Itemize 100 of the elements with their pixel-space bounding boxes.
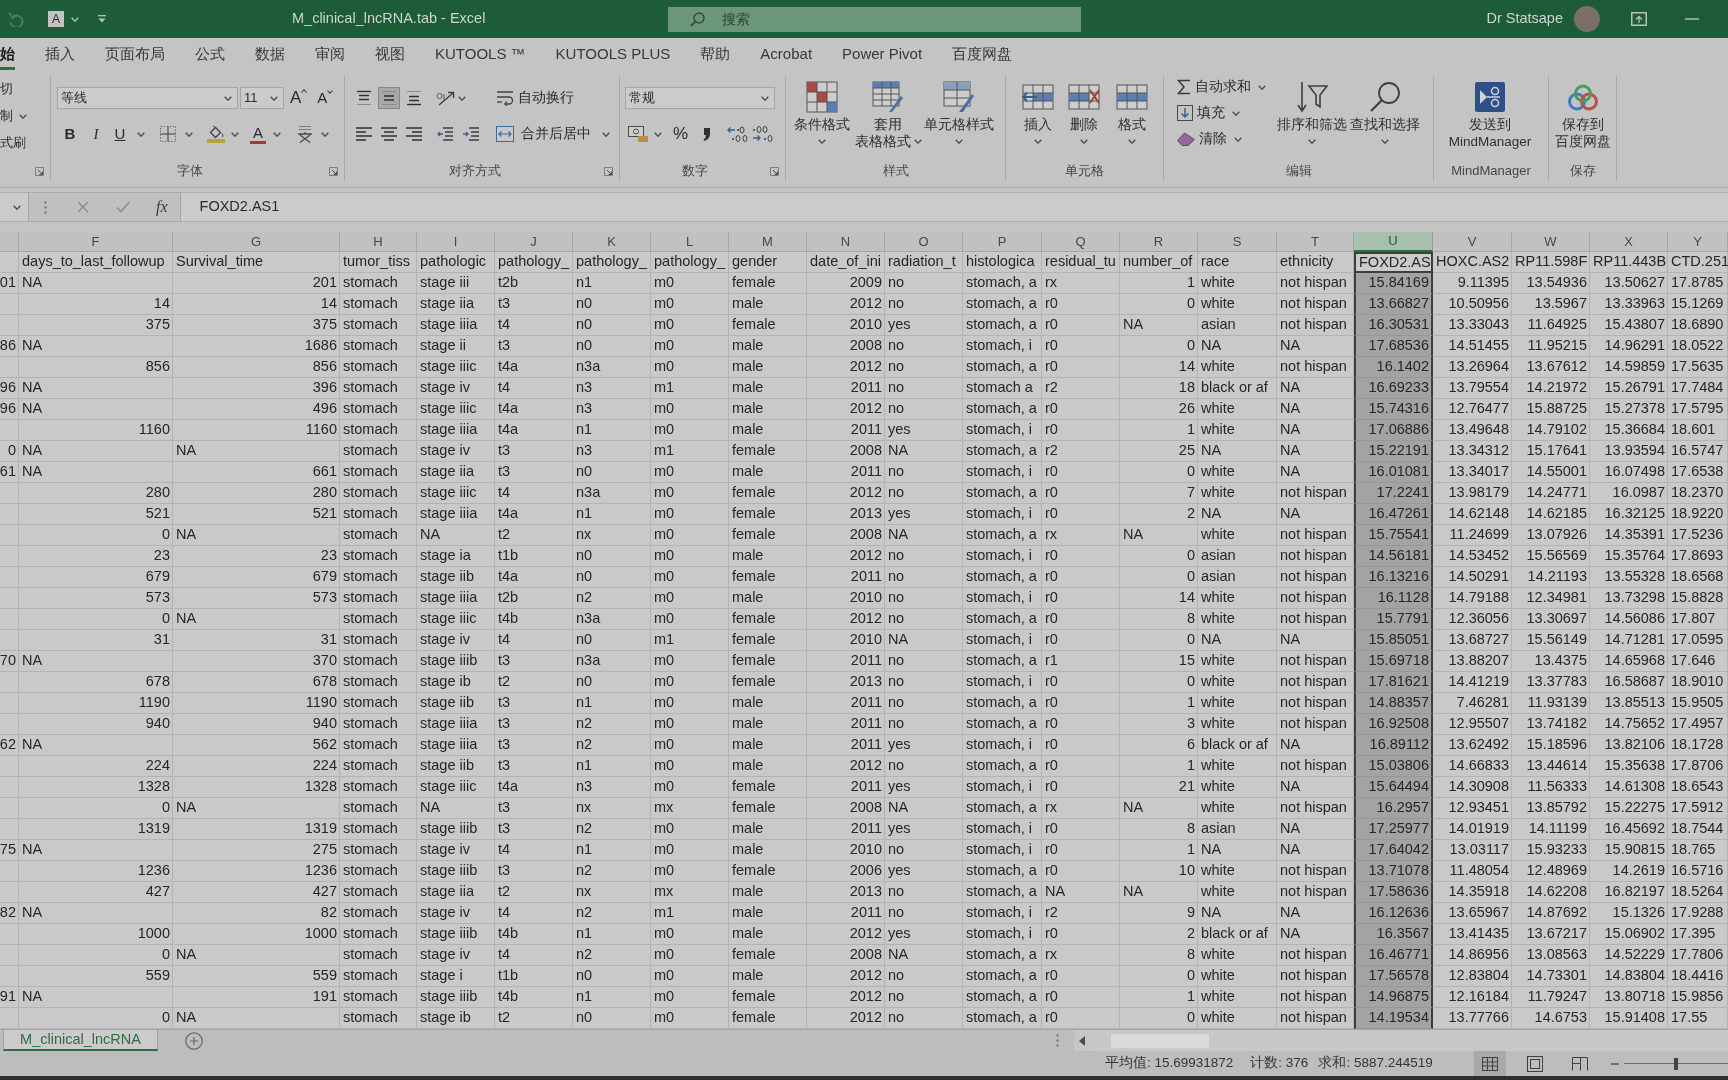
merge-center-button[interactable]: 合并后居中: [496, 123, 610, 145]
caret-icon[interactable]: [273, 131, 281, 137]
ribbon-tab[interactable]: 视图: [375, 38, 405, 70]
insert-function-button[interactable]: fx: [156, 195, 168, 219]
column-header[interactable]: T: [1277, 232, 1354, 252]
column-header[interactable]: S: [1198, 232, 1277, 252]
grow-font-button[interactable]: A: [290, 87, 308, 109]
column-header[interactable]: X: [1590, 232, 1668, 252]
autosum-button[interactable]: 自动求和: [1177, 77, 1266, 97]
caret-icon[interactable]: [321, 131, 329, 137]
conditional-format-button[interactable]: 条件格式: [792, 76, 852, 150]
wrap-text-button[interactable]: 自动换行: [496, 87, 574, 109]
caret-icon[interactable]: [818, 139, 826, 144]
cut-button[interactable]: 切: [0, 80, 13, 98]
column-header[interactable]: G: [173, 232, 340, 252]
ribbon-tab[interactable]: 百度网盘: [952, 38, 1013, 70]
customize-icon[interactable]: [97, 15, 107, 23]
zoom-out-icon[interactable]: [1611, 1062, 1619, 1065]
format-cells-button[interactable]: 格式: [1112, 76, 1152, 150]
ribbon-tab[interactable]: Acrobat: [760, 38, 813, 70]
bold-button[interactable]: B: [61, 123, 79, 145]
ribbon-tab[interactable]: 公式: [195, 38, 225, 70]
caret-icon[interactable]: [1234, 136, 1242, 142]
cloud-rings-icon[interactable]: [1567, 83, 1599, 111]
caret-icon[interactable]: [1128, 139, 1136, 144]
slider-thumb[interactable]: [1674, 1057, 1678, 1070]
ribbon-display-icon[interactable]: [1631, 12, 1647, 26]
ribbon-tab[interactable]: 审阅: [315, 38, 345, 70]
column-header[interactable]: P: [963, 232, 1042, 252]
caret-icon[interactable]: [1258, 84, 1266, 90]
delete-cells-icon[interactable]: [1068, 84, 1100, 110]
comma-style-icon[interactable]: [703, 127, 712, 141]
caret-icon[interactable]: [1034, 139, 1042, 144]
caret-icon[interactable]: [913, 139, 922, 144]
horizontal-scrollbar[interactable]: [1090, 1030, 1728, 1051]
column-header[interactable]: V: [1433, 232, 1512, 252]
format-cells-icon[interactable]: [1116, 84, 1148, 110]
sort-filter-icon[interactable]: [1296, 81, 1328, 113]
font-size-dropdown[interactable]: 11: [240, 87, 284, 109]
format-painter-button[interactable]: 式刷: [0, 134, 26, 152]
caret-icon[interactable]: [1080, 139, 1088, 144]
dialog-launcher-icon[interactable]: [770, 166, 779, 176]
increase-indent-icon[interactable]: [463, 126, 479, 142]
font-color-button[interactable]: A: [249, 123, 267, 145]
borders-icon[interactable]: [160, 126, 176, 142]
dialog-launcher-icon[interactable]: [35, 166, 44, 176]
caret-icon[interactable]: [71, 16, 79, 22]
name-box-field[interactable]: [0, 193, 29, 221]
font-name-dropdown[interactable]: 等线: [57, 87, 238, 109]
orientation-icon[interactable]: [436, 90, 456, 106]
zoom-slider[interactable]: [1624, 1057, 1728, 1070]
page-break-icon[interactable]: [1572, 1056, 1588, 1071]
drag-handle-icon[interactable]: [44, 200, 47, 214]
insert-cells-icon[interactable]: [1022, 84, 1054, 110]
fill-button[interactable]: 填充: [1177, 103, 1240, 123]
fill-color-icon[interactable]: [207, 125, 225, 143]
decrease-decimal-icon[interactable]: [752, 126, 775, 142]
ribbon-tab[interactable]: 数据: [255, 38, 285, 70]
column-header[interactable]: L: [651, 232, 729, 252]
ribbon-tab[interactable]: KUTOOLS ™: [435, 38, 526, 70]
cell-styles-button[interactable]: 单元格样式: [924, 76, 994, 150]
normal-view-button[interactable]: [1474, 1051, 1506, 1076]
column-header[interactable]: O: [885, 232, 963, 252]
percent-button[interactable]: %: [673, 123, 689, 145]
delete-cells-button[interactable]: 删除: [1064, 76, 1104, 150]
caret-icon[interactable]: [1381, 139, 1389, 144]
accounting-format-icon[interactable]: [628, 126, 648, 142]
caret-down-icon[interactable]: [327, 90, 334, 94]
italic-button[interactable]: I: [87, 123, 105, 145]
table-brush-icon[interactable]: [872, 81, 904, 113]
ribbon-tab[interactable]: 帮助: [700, 38, 731, 70]
column-header[interactable]: N: [807, 232, 885, 252]
caret-icon[interactable]: [1232, 110, 1240, 116]
column-header[interactable]: F: [19, 232, 173, 252]
caret-icon[interactable]: [270, 95, 278, 101]
column-header[interactable]: I: [417, 232, 495, 252]
page-layout-icon[interactable]: [1527, 1055, 1543, 1072]
caret-icon[interactable]: [1308, 139, 1316, 144]
shrink-font-button[interactable]: A: [317, 87, 334, 109]
sum-icon[interactable]: [1177, 79, 1191, 95]
clear-button[interactable]: 清除: [1177, 129, 1242, 149]
mindmanager-button[interactable]: 发送到 MindManager: [1440, 76, 1540, 150]
fill-down-icon[interactable]: [1177, 105, 1193, 121]
caret-icon[interactable]: [602, 131, 610, 137]
column-header[interactable]: K: [573, 232, 651, 252]
caret-icon[interactable]: [137, 131, 145, 137]
scroll-left-icon[interactable]: [1079, 1035, 1085, 1046]
format-as-table-button[interactable]: 套用 表格格式: [856, 76, 920, 150]
caret-icon[interactable]: [955, 139, 963, 144]
number-format-dropdown[interactable]: 常规: [625, 87, 775, 109]
caret-icon[interactable]: [185, 131, 193, 137]
column-header[interactable]: Q: [1042, 232, 1120, 252]
ribbon-tab[interactable]: KUTOOLS PLUS: [555, 38, 671, 70]
cell-brush-icon[interactable]: [943, 81, 975, 113]
scroll-left-button[interactable]: [1074, 1030, 1090, 1051]
wrap-text-icon[interactable]: [496, 90, 514, 106]
merge-cells-icon[interactable]: [496, 126, 514, 142]
phonetic-guide-icon[interactable]: [296, 125, 314, 143]
increase-decimal-icon[interactable]: [727, 126, 750, 142]
caret-icon[interactable]: [19, 113, 27, 119]
